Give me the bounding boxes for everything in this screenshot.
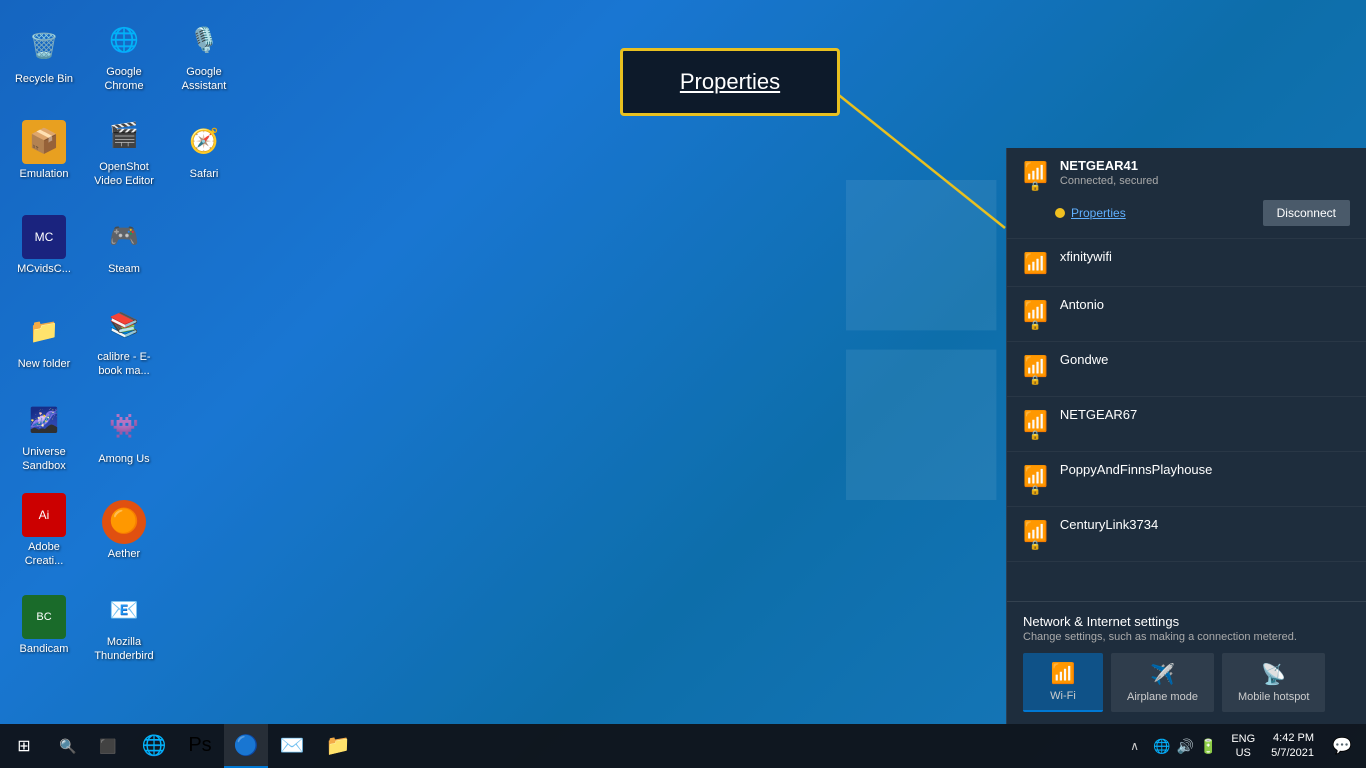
icon-mcvids[interactable]: MC MCvidsC... — [4, 198, 84, 293]
icon-calibre[interactable]: 📚 calibre - E-book ma... — [84, 293, 164, 388]
icon-steam[interactable]: 🎮 Steam — [84, 198, 164, 293]
properties-dot — [1055, 208, 1065, 218]
wifi-network-antonio[interactable]: 📶 🔒 Antonio — [1007, 287, 1366, 342]
wifi-connected-icon: 📶 🔒 — [1023, 160, 1048, 192]
icon-google-assistant[interactable]: 🎙️ Google Assistant — [164, 8, 244, 103]
airplane-mode-icon: ✈️ — [1150, 662, 1175, 687]
network-settings-label[interactable]: Network & Internet settings — [1023, 614, 1350, 629]
properties-link[interactable]: Properties — [1055, 206, 1126, 220]
taskbar-system-tray: ∧ 🌐 🔊 🔋 ENG US 4:42 PM 5/7/2021 💬 — [1118, 724, 1366, 768]
start-button[interactable]: ⊞ — [0, 724, 48, 768]
icon-safari[interactable]: 🧭 Safari — [164, 103, 244, 198]
wifi-network-netgear67[interactable]: 📶 🔒 NETGEAR67 — [1007, 397, 1366, 452]
wifi-mode-button[interactable]: 📶 Wi-Fi — [1023, 653, 1103, 712]
wifi-icon-centurylink: 📶 🔒 — [1023, 519, 1048, 551]
icon-aether[interactable]: 🟠 Aether — [84, 483, 164, 578]
icon-bandicam[interactable]: BC Bandicam — [4, 578, 84, 673]
mobile-hotspot-button[interactable]: 📡 Mobile hotspot — [1222, 653, 1326, 712]
wifi-network-xfinity[interactable]: 📶 xfinitywifi — [1007, 239, 1366, 287]
icon-newfolder[interactable]: 📁 New folder — [4, 293, 84, 388]
volume-icon[interactable]: 🔊 — [1176, 738, 1193, 755]
wifi-mode-icon: 📶 — [1051, 661, 1076, 686]
airplane-mode-button[interactable]: ✈️ Airplane mode — [1111, 653, 1214, 712]
icon-emulation[interactable]: 📦 Emulation — [4, 103, 84, 198]
network-settings-sub: Change settings, such as making a connec… — [1023, 631, 1350, 643]
icon-universe-sandbox[interactable]: 🌌 Universe Sandbox — [4, 388, 84, 483]
show-hidden-icons[interactable]: ∧ — [1126, 739, 1143, 753]
taskbar-photoshop[interactable]: Ps — [178, 724, 222, 768]
wifi-properties-row: Properties Disconnect — [1023, 200, 1350, 230]
task-view-button[interactable]: ⬛ — [88, 724, 128, 768]
system-clock[interactable]: 4:42 PM 5/7/2021 — [1263, 731, 1322, 762]
wifi-panel: 📶 🔒 NETGEAR41 Connected, secured Propert… — [1006, 148, 1366, 724]
properties-callout-text: Properties — [680, 69, 780, 94]
wifi-icon-poppy: 📶 🔒 — [1023, 464, 1048, 496]
wifi-connected-name: NETGEAR41 — [1060, 158, 1350, 173]
taskbar-explorer[interactable]: 📁 — [316, 724, 360, 768]
icon-among-us[interactable]: 👾 Among Us — [84, 388, 164, 483]
language-indicator[interactable]: ENG US — [1227, 732, 1259, 761]
wifi-footer-buttons: 📶 Wi-Fi ✈️ Airplane mode 📡 Mobile hotspo… — [1023, 653, 1350, 712]
wifi-network-centurylink[interactable]: 📶 🔒 CenturyLink3734 — [1007, 507, 1366, 562]
wifi-icon-gondwe: 📶 🔒 — [1023, 354, 1048, 386]
icon-google-chrome[interactable]: 🌐 Google Chrome — [84, 8, 164, 103]
icon-thunderbird[interactable]: 📧 Mozilla Thunderbird — [84, 578, 164, 673]
icon-adobe[interactable]: Ai Adobe Creati... — [4, 483, 84, 578]
wifi-icon-xfinity: 📶 — [1023, 251, 1048, 276]
wifi-networks-list[interactable]: 📶 xfinitywifi 📶 🔒 Antonio 📶 🔒 — [1007, 239, 1366, 601]
wifi-footer: Network & Internet settings Change setti… — [1007, 601, 1366, 724]
wifi-connected-section: 📶 🔒 NETGEAR41 Connected, secured Propert… — [1007, 148, 1366, 239]
taskbar-mail[interactable]: ✉️ — [270, 724, 314, 768]
network-icon[interactable]: 🌐 — [1153, 738, 1170, 755]
notification-center-button[interactable]: 💬 — [1326, 724, 1358, 768]
desktop: 🗑️ Recycle Bin 🌐 Google Chrome 🎙️ Google… — [0, 0, 1366, 768]
taskbar-chrome[interactable]: 🔵 — [224, 724, 268, 768]
taskbar: ⊞ 🔍 ⬛ 🌐 Ps 🔵 ✉️ 📁 ∧ 🌐 🔊 🔋 ENG US 4:42 PM… — [0, 724, 1366, 768]
disconnect-button[interactable]: Disconnect — [1263, 200, 1350, 226]
taskbar-apps: 🌐 Ps 🔵 ✉️ 📁 — [128, 724, 1118, 768]
wifi-icon-netgear67: 📶 🔒 — [1023, 409, 1048, 441]
icon-recycle-bin[interactable]: 🗑️ Recycle Bin — [4, 8, 84, 103]
icon-openshot[interactable]: 🎬 OpenShot Video Editor — [84, 103, 164, 198]
wifi-network-gondwe[interactable]: 📶 🔒 Gondwe — [1007, 342, 1366, 397]
search-button[interactable]: 🔍 — [48, 724, 88, 768]
properties-callout-box: Properties — [620, 48, 840, 116]
wifi-icon-antonio: 📶 🔒 — [1023, 299, 1048, 331]
battery-icon[interactable]: 🔋 — [1200, 738, 1217, 755]
wifi-connected-info: NETGEAR41 Connected, secured — [1060, 158, 1350, 187]
desktop-icons-area: 🗑️ Recycle Bin 🌐 Google Chrome 🎙️ Google… — [0, 0, 250, 681]
wifi-network-poppy[interactable]: 📶 🔒 PoppyAndFinnsPlayhouse — [1007, 452, 1366, 507]
system-tray-icons: 🌐 🔊 🔋 — [1147, 738, 1223, 755]
taskbar-edge[interactable]: 🌐 — [132, 724, 176, 768]
wifi-connected-status: Connected, secured — [1060, 175, 1350, 187]
mobile-hotspot-icon: 📡 — [1261, 662, 1286, 687]
